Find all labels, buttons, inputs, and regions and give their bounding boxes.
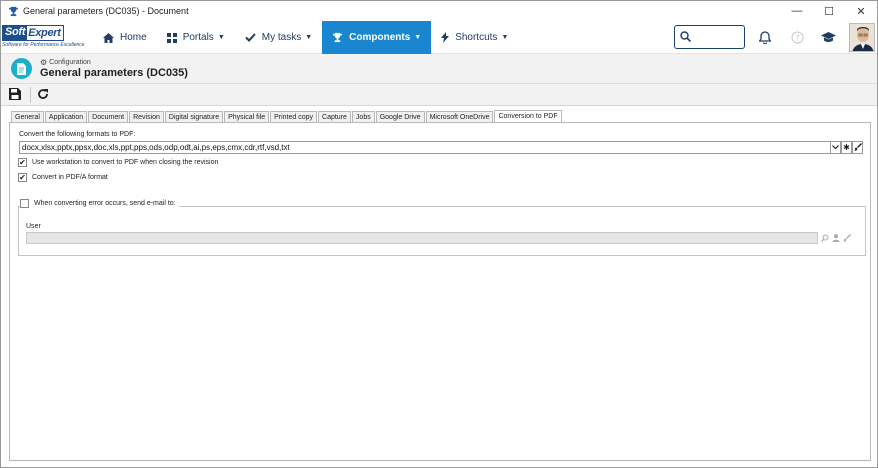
formats-dropdown-button[interactable] bbox=[830, 141, 841, 154]
bolt-icon bbox=[441, 32, 450, 43]
brush-icon bbox=[854, 142, 862, 153]
chevron-down-icon: ▼ bbox=[501, 34, 509, 41]
pdfa-label: Convert in PDF/A format bbox=[32, 174, 108, 181]
nav-home-label: Home bbox=[120, 32, 147, 43]
refresh-button[interactable] bbox=[35, 87, 51, 103]
pdfa-checkbox[interactable]: ✔ bbox=[18, 173, 27, 182]
home-icon bbox=[103, 32, 114, 43]
check-icon bbox=[245, 33, 256, 42]
nav-my-tasks-label: My tasks bbox=[261, 32, 302, 43]
logo-tagline: Software for Performance Excellence bbox=[2, 42, 85, 48]
user-field bbox=[26, 232, 818, 244]
workstation-checkbox-row[interactable]: ✔ Use workstation to convert to PDF when… bbox=[18, 158, 218, 167]
save-icon bbox=[9, 88, 21, 102]
portals-icon bbox=[166, 32, 177, 43]
save-button[interactable] bbox=[7, 87, 23, 103]
formats-edit-button[interactable] bbox=[852, 141, 863, 154]
chevron-down-icon: ▼ bbox=[305, 34, 313, 41]
search-input[interactable] bbox=[674, 25, 745, 49]
email-group bbox=[18, 206, 866, 256]
chevron-down-icon bbox=[832, 143, 839, 152]
nav-shortcuts[interactable]: Shortcuts ▼ bbox=[431, 21, 518, 54]
formats-clear-button[interactable]: ✱ bbox=[841, 141, 852, 154]
close-button[interactable]: ✕ bbox=[845, 1, 877, 21]
gear-icon: ⚙ bbox=[40, 58, 48, 67]
svg-text:?: ? bbox=[795, 33, 799, 42]
nav-portals-label: Portals bbox=[182, 32, 214, 43]
nav-my-tasks[interactable]: My tasks ▼ bbox=[235, 21, 322, 54]
email-checkbox-row[interactable]: When converting error occurs, send e-mai… bbox=[20, 199, 179, 208]
softexpert-logo[interactable]: Soft Expert Software for Performance Exc… bbox=[2, 25, 88, 51]
breadcrumb-label: Configuration bbox=[49, 59, 91, 66]
toolbar bbox=[1, 84, 877, 106]
top-navbar: Soft Expert Software for Performance Exc… bbox=[1, 21, 877, 54]
window-title: General parameters (DC035) - Document bbox=[23, 6, 189, 16]
workstation-checkbox[interactable]: ✔ bbox=[18, 158, 27, 167]
user-icon bbox=[831, 232, 841, 244]
graduation-cap-icon[interactable] bbox=[820, 29, 836, 45]
logo-soft-text: Soft bbox=[2, 25, 28, 41]
app-window: General parameters (DC035) - Document — … bbox=[0, 0, 878, 468]
chevron-down-icon: ▼ bbox=[414, 34, 422, 41]
workstation-label: Use workstation to convert to PDF when c… bbox=[32, 159, 219, 166]
minimize-button[interactable]: — bbox=[781, 1, 813, 21]
help-icon[interactable]: ? bbox=[789, 29, 805, 45]
brush-icon bbox=[842, 232, 852, 244]
chevron-down-icon: ▼ bbox=[217, 34, 225, 41]
nav-components-label: Components bbox=[349, 32, 411, 43]
breadcrumb[interactable]: ⚙ Configuration bbox=[40, 58, 91, 67]
search-icon bbox=[680, 30, 692, 44]
user-avatar[interactable] bbox=[849, 23, 875, 52]
document-icon bbox=[11, 58, 32, 79]
page-header: ⚙ Configuration General parameters (DC03… bbox=[1, 54, 877, 84]
refresh-icon bbox=[37, 88, 49, 102]
search-icon bbox=[820, 232, 830, 244]
pdfa-checkbox-row[interactable]: ✔ Convert in PDF/A format bbox=[18, 173, 108, 182]
formats-field[interactable]: docx,xlsx,pptx,ppsx,doc,xls,ppt,pps,ods,… bbox=[19, 141, 836, 154]
maximize-button[interactable]: ☐ bbox=[813, 1, 845, 21]
nav-components[interactable]: Components ▼ bbox=[322, 21, 432, 54]
user-label: User bbox=[26, 223, 41, 230]
nav-home[interactable]: Home bbox=[93, 21, 157, 54]
logo-expert-text: Expert bbox=[27, 25, 64, 41]
tab-panel: Convert the following formats to PDF: do… bbox=[9, 122, 871, 461]
toolbar-divider bbox=[30, 87, 31, 103]
trophy-icon bbox=[7, 5, 19, 17]
email-label: When converting error occurs, send e-mai… bbox=[34, 200, 176, 207]
content-area: General Application Document Revision Di… bbox=[9, 109, 871, 462]
page-title: General parameters (DC035) bbox=[40, 67, 188, 79]
trophy-icon bbox=[332, 32, 343, 43]
bell-icon[interactable] bbox=[757, 29, 773, 45]
email-checkbox[interactable] bbox=[20, 199, 29, 208]
nav-shortcuts-label: Shortcuts bbox=[455, 32, 498, 43]
title-bar: General parameters (DC035) - Document — … bbox=[1, 1, 877, 21]
asterisk-icon: ✱ bbox=[843, 143, 850, 152]
formats-label: Convert the following formats to PDF: bbox=[19, 131, 136, 138]
nav-portals[interactable]: Portals ▼ bbox=[157, 21, 235, 54]
